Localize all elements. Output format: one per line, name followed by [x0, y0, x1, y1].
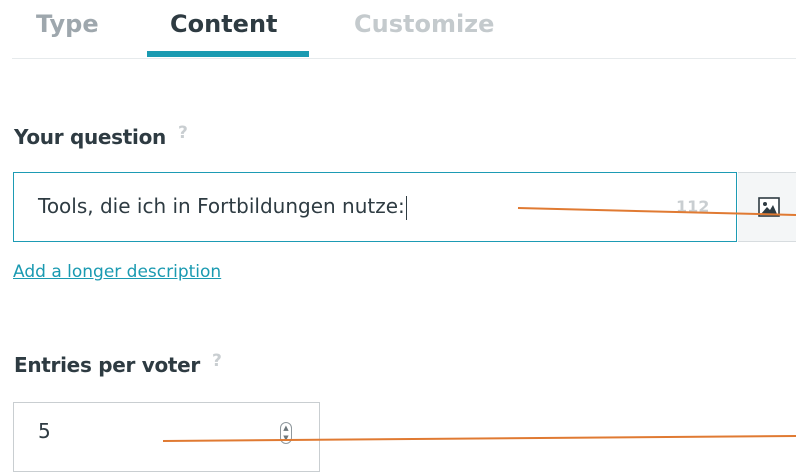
entries-label-text: Entries per voter: [14, 353, 200, 377]
question-input-text[interactable]: Tools, die ich in Fortbildungen nutze:: [38, 173, 408, 240]
add-image-button[interactable]: [738, 172, 796, 242]
tab-type[interactable]: Type: [36, 4, 99, 44]
tab-bar: Type Content Customize: [0, 0, 796, 60]
character-counter: 112: [676, 197, 710, 216]
question-input[interactable]: Tools, die ich in Fortbildungen nutze: 1…: [13, 172, 737, 242]
tab-customize[interactable]: Customize: [354, 4, 494, 44]
entries-value: 5: [38, 419, 51, 443]
spinner-down-icon[interactable]: ▼: [281, 434, 291, 442]
entries-help-icon[interactable]: ?: [212, 351, 222, 371]
tab-content[interactable]: Content: [170, 4, 278, 44]
tab-divider: [12, 58, 796, 59]
question-value: Tools, die ich in Fortbildungen nutze:: [38, 194, 405, 218]
text-caret: [405, 195, 408, 220]
question-label-text: Your question: [14, 125, 166, 149]
add-description-link[interactable]: Add a longer description: [13, 262, 221, 282]
question-label: Your question?: [14, 123, 188, 149]
spinner-up-icon[interactable]: ▲: [281, 424, 291, 432]
image-icon: [758, 197, 780, 217]
active-tab-indicator: [147, 51, 309, 57]
entries-label: Entries per voter?: [14, 351, 222, 377]
number-spinner[interactable]: ▲ ▼: [280, 422, 292, 444]
question-help-icon[interactable]: ?: [178, 123, 188, 143]
entries-per-voter-input[interactable]: 5 ▲ ▼: [13, 402, 320, 472]
